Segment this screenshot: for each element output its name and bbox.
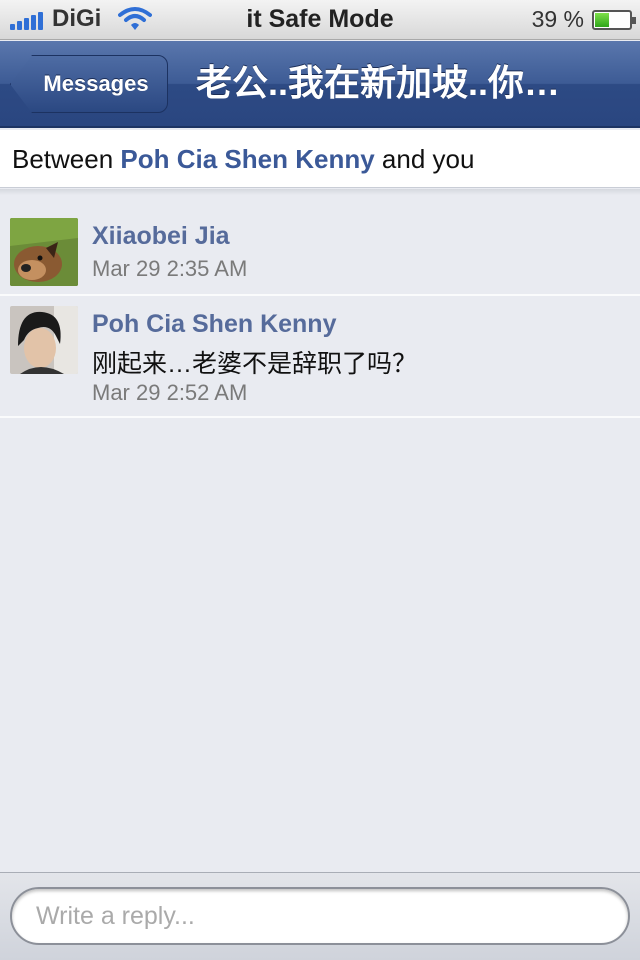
message-author[interactable]: Xiiaobei Jia xyxy=(92,222,230,251)
status-bar: DiGi it Safe Mode 39 % xyxy=(0,0,640,40)
conversation-title: 老公..我在新加坡..你… xyxy=(196,62,561,103)
message-timestamp: Mar 29 2:35 AM xyxy=(92,256,248,281)
message-timestamp: Mar 29 2:52 AM xyxy=(92,380,248,405)
navigation-bar: Messages 老公..我在新加坡..你… xyxy=(0,41,640,128)
header-shadow xyxy=(0,189,640,195)
message-author[interactable]: Poh Cia Shen Kenny xyxy=(92,310,336,339)
battery-icon xyxy=(592,10,636,30)
between-prefix: Between xyxy=(12,144,114,174)
between-suffix: and you xyxy=(381,144,475,174)
participants-header: Between Poh Cia Shen Kenny and you xyxy=(0,130,640,188)
person-avatar-icon xyxy=(10,306,78,374)
battery-percent: 39 % xyxy=(531,6,584,32)
messages-back-button[interactable]: Messages xyxy=(10,55,168,113)
reply-bar: Write a reply... xyxy=(0,872,640,960)
participant-name-link[interactable]: Poh Cia Shen Kenny xyxy=(120,144,374,174)
message-item: Poh Cia Shen Kenny 刚起来…老婆不是辞职了吗？ Mar 29 … xyxy=(0,296,640,418)
dog-avatar-icon xyxy=(10,218,78,286)
message-item: Xiiaobei Jia Mar 29 2:35 AM xyxy=(0,196,640,296)
message-text: 刚起来…老婆不是辞职了吗？ xyxy=(92,350,418,378)
battery-level-fill xyxy=(595,13,610,27)
avatar[interactable] xyxy=(10,306,78,374)
avatar[interactable] xyxy=(10,218,78,286)
reply-input[interactable]: Write a reply... xyxy=(10,887,630,945)
